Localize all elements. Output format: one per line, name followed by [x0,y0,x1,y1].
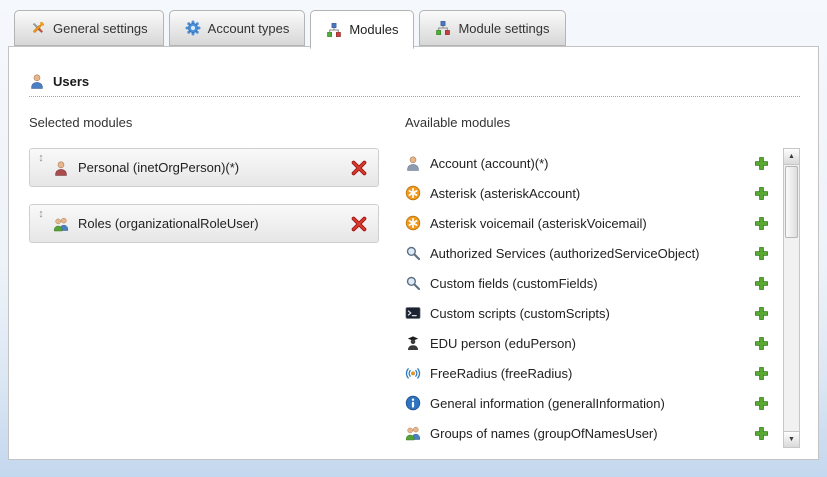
tab-label: Account types [208,21,290,36]
available-modules-column: Available modules Account (account)(*) A… [405,113,800,448]
available-module-label: Asterisk voicemail (asteriskVoicemail) [430,216,754,231]
modules-panel: Users Selected modules ↕ Personal (inetO… [8,46,819,460]
search-icon [405,275,421,291]
tab-label: General settings [53,21,148,36]
available-modules-scrollbar[interactable]: ▲ ▼ [783,148,800,448]
available-module-label: Custom scripts (customScripts) [430,306,754,321]
selected-module-label: Roles (organizationalRoleUser) [78,216,350,231]
person-icon [405,155,421,171]
selected-modules-column: Selected modules ↕ Personal (inetOrgPers… [29,113,379,448]
person-icon [53,160,69,176]
remove-module-button[interactable] [350,215,368,233]
selected-modules-heading: Selected modules [29,115,379,130]
graduate-person-icon [405,335,421,351]
available-module-label: Account (account)(*) [430,156,754,171]
scrollbar-down-button[interactable]: ▼ [784,431,799,447]
add-module-button[interactable] [754,276,769,291]
available-module-row-asterisk-voicemail: Asterisk voicemail (asteriskVoicemail) [405,208,779,238]
drag-handle-icon[interactable]: ↕ [34,152,48,164]
tab-account-types[interactable]: Account types [169,10,306,46]
add-module-button[interactable] [754,216,769,231]
add-module-button[interactable] [754,366,769,381]
remove-module-button[interactable] [350,159,368,177]
available-module-label: FreeRadius (freeRadius) [430,366,754,381]
users-icon [29,73,45,89]
available-module-label: Asterisk (asteriskAccount) [430,186,754,201]
asterisk-icon [405,185,421,201]
selected-module-row-personal[interactable]: ↕ Personal (inetOrgPerson)(*) [29,148,379,187]
group-icon [53,216,69,232]
drag-handle-icon[interactable]: ↕ [34,208,48,220]
available-module-row-asterisk: Asterisk (asteriskAccount) [405,178,779,208]
search-icon [405,245,421,261]
available-modules-list: Account (account)(*) Asterisk (asteriskA… [405,148,779,448]
scrollbar-thumb[interactable] [785,166,798,238]
add-module-button[interactable] [754,426,769,441]
scrollbar-up-button[interactable]: ▲ [784,149,799,165]
radio-waves-icon [405,365,421,381]
selected-module-row-roles[interactable]: ↕ Roles (organizationalRoleUser) [29,204,379,243]
available-module-label: Custom fields (customFields) [430,276,754,291]
tab-bar: General settings Account types Modules M… [14,10,566,49]
tools-icon [30,20,46,36]
available-module-label: EDU person (eduPerson) [430,336,754,351]
available-module-row-authorized-services: Authorized Services (authorizedServiceOb… [405,238,779,268]
tab-label: Modules [349,22,398,37]
add-module-button[interactable] [754,156,769,171]
add-module-button[interactable] [754,336,769,351]
org-chart-icon [435,20,451,36]
add-module-button[interactable] [754,396,769,411]
available-module-label: Groups of names (groupOfNamesUser) [430,426,754,441]
tab-modules[interactable]: Modules [310,10,414,49]
available-module-row-account: Account (account)(*) [405,148,779,178]
add-module-button[interactable] [754,246,769,261]
available-module-row-custom-scripts: Custom scripts (customScripts) [405,298,779,328]
available-module-row-groups-of-names: Groups of names (groupOfNamesUser) [405,418,779,448]
available-module-row-custom-fields: Custom fields (customFields) [405,268,779,298]
tab-general-settings[interactable]: General settings [14,10,164,46]
group-icon [405,425,421,441]
available-module-label: Authorized Services (authorizedServiceOb… [430,246,754,261]
available-modules-heading: Available modules [405,115,800,130]
section-title: Users [53,74,89,89]
tab-module-settings[interactable]: Module settings [419,10,565,46]
add-module-button[interactable] [754,186,769,201]
add-module-button[interactable] [754,306,769,321]
available-module-label: General information (generalInformation) [430,396,754,411]
tab-label: Module settings [458,21,549,36]
badge-icon [185,20,201,36]
terminal-icon [405,305,421,321]
asterisk-icon [405,215,421,231]
available-module-row-freeradius: FreeRadius (freeRadius) [405,358,779,388]
selected-module-label: Personal (inetOrgPerson)(*) [78,160,350,175]
available-module-row-general-information: General information (generalInformation) [405,388,779,418]
info-icon [405,395,421,411]
org-chart-icon [326,22,342,38]
account-type-header: Users [29,73,800,97]
available-module-row-edu-person: EDU person (eduPerson) [405,328,779,358]
scrollbar-track[interactable] [784,239,799,431]
